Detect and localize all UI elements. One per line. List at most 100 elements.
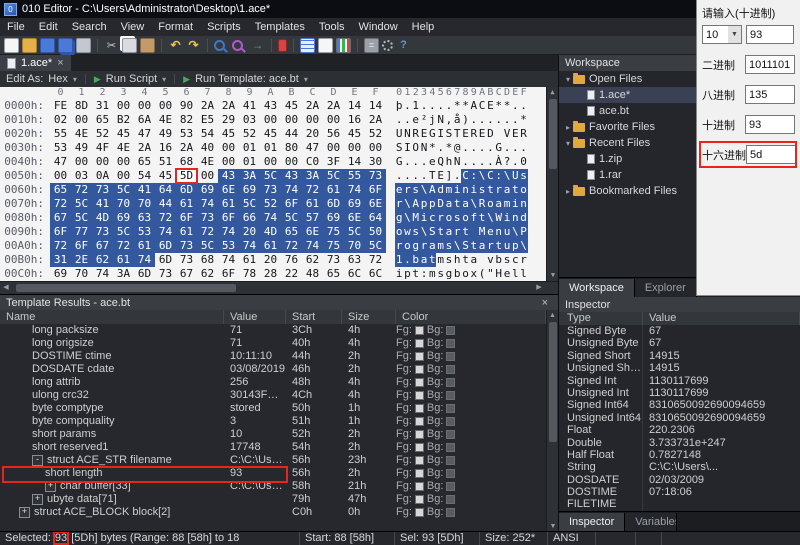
scroll-right-icon[interactable]: ▶: [533, 282, 545, 294]
hex-ascii-char[interactable]: .: [470, 113, 478, 127]
hex-ascii-char[interactable]: h: [445, 155, 453, 169]
hex-byte[interactable]: 44: [155, 197, 176, 211]
template-row[interactable]: byte comptypestored50h1hFg:Bg:: [0, 402, 546, 415]
menu-search[interactable]: Search: [65, 18, 114, 36]
hex-byte[interactable]: 70: [113, 197, 134, 211]
hex-ascii-char[interactable]: d: [436, 183, 444, 197]
hex-byte[interactable]: 73: [92, 183, 113, 197]
hex-ascii-char[interactable]: C: [461, 169, 469, 183]
hex-ascii-char[interactable]: C: [478, 99, 486, 113]
hex-byte[interactable]: 2A: [134, 141, 155, 155]
hex-ascii-char[interactable]: .: [486, 113, 494, 127]
hex-ascii-char[interactable]: b: [412, 253, 420, 267]
tab-close-icon[interactable]: ×: [57, 57, 63, 69]
hex-byte[interactable]: 2A: [365, 113, 386, 127]
toolbar-copy-icon[interactable]: [122, 38, 137, 53]
hex-ascii-char[interactable]: \: [403, 211, 411, 225]
hex-byte[interactable]: 5C: [344, 225, 365, 239]
hex-byte[interactable]: 53: [218, 239, 239, 253]
hex-ascii-char[interactable]: \: [503, 169, 511, 183]
hex-ascii-char[interactable]: r: [403, 183, 411, 197]
hex-ascii-char[interactable]: o: [445, 211, 453, 225]
toolbar-print-icon[interactable]: [76, 38, 91, 53]
inspector-row[interactable]: Double3.733731e+247: [559, 437, 800, 449]
hex-byte[interactable]: 6F: [218, 267, 239, 281]
hex-byte[interactable]: 6F: [176, 211, 197, 225]
hex-ascii-char[interactable]: u: [503, 225, 511, 239]
hex-byte[interactable]: 55: [344, 169, 365, 183]
template-row[interactable]: DOSTIME ctime10:11:1044h2hFg:Bg:: [0, 350, 546, 363]
template-row[interactable]: -struct ACE_STR filenameC:\C:\Users\...5…: [0, 454, 546, 467]
hex-byte[interactable]: 00: [71, 155, 92, 169]
inspector-row[interactable]: FILETIME: [559, 498, 800, 510]
hex-byte[interactable]: 72: [302, 183, 323, 197]
hex-ascii-char[interactable]: t: [486, 183, 494, 197]
hex-byte[interactable]: 69: [113, 211, 134, 225]
inspector-row[interactable]: Unsigned Int1130117699: [559, 387, 800, 399]
hex-ascii-char[interactable]: .: [403, 169, 411, 183]
hex-ascii-char[interactable]: O: [412, 141, 420, 155]
hex-byte[interactable]: 65: [134, 155, 155, 169]
inspector-row[interactable]: Unsigned Byte67: [559, 337, 800, 349]
hex-byte[interactable]: 41: [134, 183, 155, 197]
hex-byte[interactable]: 00: [50, 169, 71, 183]
hex-byte[interactable]: 73: [365, 169, 386, 183]
hex-ascii-char[interactable]: :: [420, 267, 428, 281]
hex-ascii-char[interactable]: W: [495, 211, 503, 225]
hex-byte[interactable]: 47: [134, 127, 155, 141]
hex-ascii-char[interactable]: h: [453, 253, 461, 267]
hex-byte[interactable]: 62: [302, 253, 323, 267]
hex-ascii-char[interactable]: T: [428, 169, 436, 183]
hex-byte[interactable]: 00: [155, 99, 176, 113]
hex-byte[interactable]: 70: [344, 239, 365, 253]
hex-byte[interactable]: 0A: [92, 169, 113, 183]
hex-byte[interactable]: 6D: [134, 267, 155, 281]
toolbar-bookmark-icon[interactable]: [278, 39, 287, 52]
hex-ascii-char[interactable]: \: [486, 211, 494, 225]
hex-byte[interactable]: 4D: [260, 225, 281, 239]
hex-byte[interactable]: 00: [365, 141, 386, 155]
hex-ascii-char[interactable]: U: [511, 169, 519, 183]
hex-ascii-char[interactable]: .: [503, 113, 511, 127]
hex-ascii-char[interactable]: I: [436, 127, 444, 141]
hex-byte[interactable]: 5C: [260, 169, 281, 183]
hex-ascii-char[interactable]: t: [495, 239, 503, 253]
hex-ascii-char[interactable]: \: [478, 169, 486, 183]
hex-byte[interactable]: 29: [218, 113, 239, 127]
hex-byte[interactable]: 6E: [302, 225, 323, 239]
hex-ascii-char[interactable]: a: [495, 197, 503, 211]
menu-scripts[interactable]: Scripts: [200, 18, 248, 36]
menu-tools[interactable]: Tools: [312, 18, 352, 36]
hex-ascii-char[interactable]: c: [428, 211, 436, 225]
hex-ascii-char[interactable]: l: [519, 267, 527, 281]
hex-ascii-char[interactable]: c: [511, 253, 519, 267]
hex-byte[interactable]: 3F: [323, 155, 344, 169]
menu-format[interactable]: Format: [151, 18, 200, 36]
hex-byte[interactable]: 72: [113, 239, 134, 253]
hex-ascii-char[interactable]: s: [436, 267, 444, 281]
hex-ascii-char[interactable]: N: [453, 155, 461, 169]
hex-ascii-char[interactable]: E: [420, 127, 428, 141]
hex-byte[interactable]: 45: [218, 127, 239, 141]
toolbar-cut-icon[interactable]: ✂: [104, 38, 119, 53]
hex-byte[interactable]: 67: [92, 239, 113, 253]
hex-byte[interactable]: 80: [281, 141, 302, 155]
chevron-down-icon[interactable]: ▾: [73, 75, 77, 84]
hex-byte[interactable]: 47: [302, 141, 323, 155]
hex-ascii-char[interactable]: s: [453, 211, 461, 225]
hex-ascii-char[interactable]: .: [412, 155, 420, 169]
template-row[interactable]: ulong crc3230143FC0h4Ch4hFg:Bg:: [0, 389, 546, 402]
hex-byte[interactable]: 00: [302, 113, 323, 127]
inspector-row[interactable]: StringC:\C:\Users\...: [559, 461, 800, 473]
hex-byte[interactable]: 5C: [71, 197, 92, 211]
hex-ascii-char[interactable]: a: [478, 239, 486, 253]
hex-byte[interactable]: 70: [71, 267, 92, 281]
hex-ascii-char[interactable]: .: [436, 99, 444, 113]
hex-byte[interactable]: 01: [239, 141, 260, 155]
hex-ascii-char[interactable]: H: [495, 267, 503, 281]
converter-value-input[interactable]: [745, 85, 795, 104]
hex-ascii-char[interactable]: w: [403, 225, 411, 239]
hex-byte[interactable]: 6C: [344, 267, 365, 281]
hex-ascii-char[interactable]: t: [453, 197, 461, 211]
hex-ascii-char[interactable]: E: [436, 169, 444, 183]
